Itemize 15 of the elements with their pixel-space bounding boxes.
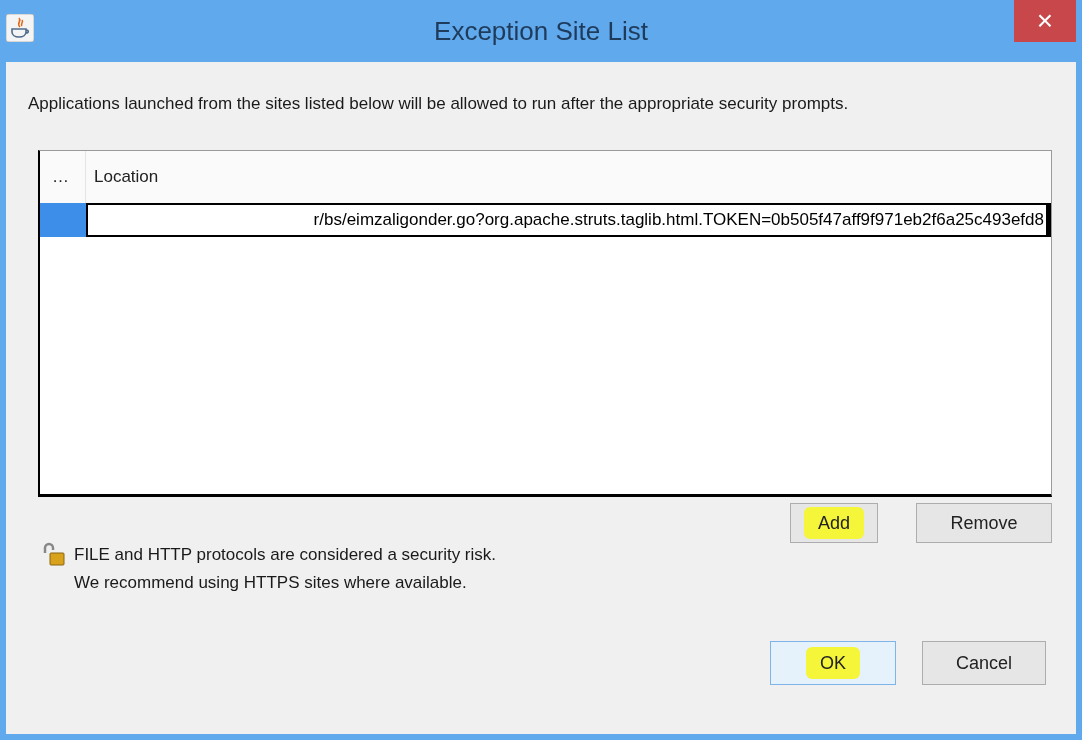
column-header[interactable]: Location [94,167,159,187]
close-button[interactable]: × [1014,0,1076,42]
description-text: Applications launched from the sites listed below will be allowed to run after the appropriate security prompts. [28,93,850,115]
ok-button[interactable]: OK [770,641,896,685]
unlocked-padlock-icon [42,541,66,567]
warning-text: FILE and HTTP protocols are considered a security risk. [74,544,497,566]
warning-text: We recommend using HTTPS sites where available. [74,572,468,594]
remove-button[interactable]: Remove [916,503,1052,543]
cancel-button[interactable]: Cancel [922,641,1046,685]
column-header[interactable]: … [52,167,69,187]
java-cup-icon [6,14,34,42]
location-field[interactable]: r/bs/eimzaligonder.go?org.apache.struts.taglib.html.TOKEN=0b505f47aff9f971eb2f6a25c493efd8 [86,203,1051,237]
window-title: Exception Site List [434,15,648,47]
row-selector[interactable] [40,203,86,237]
add-button[interactable]: Add [790,503,878,543]
